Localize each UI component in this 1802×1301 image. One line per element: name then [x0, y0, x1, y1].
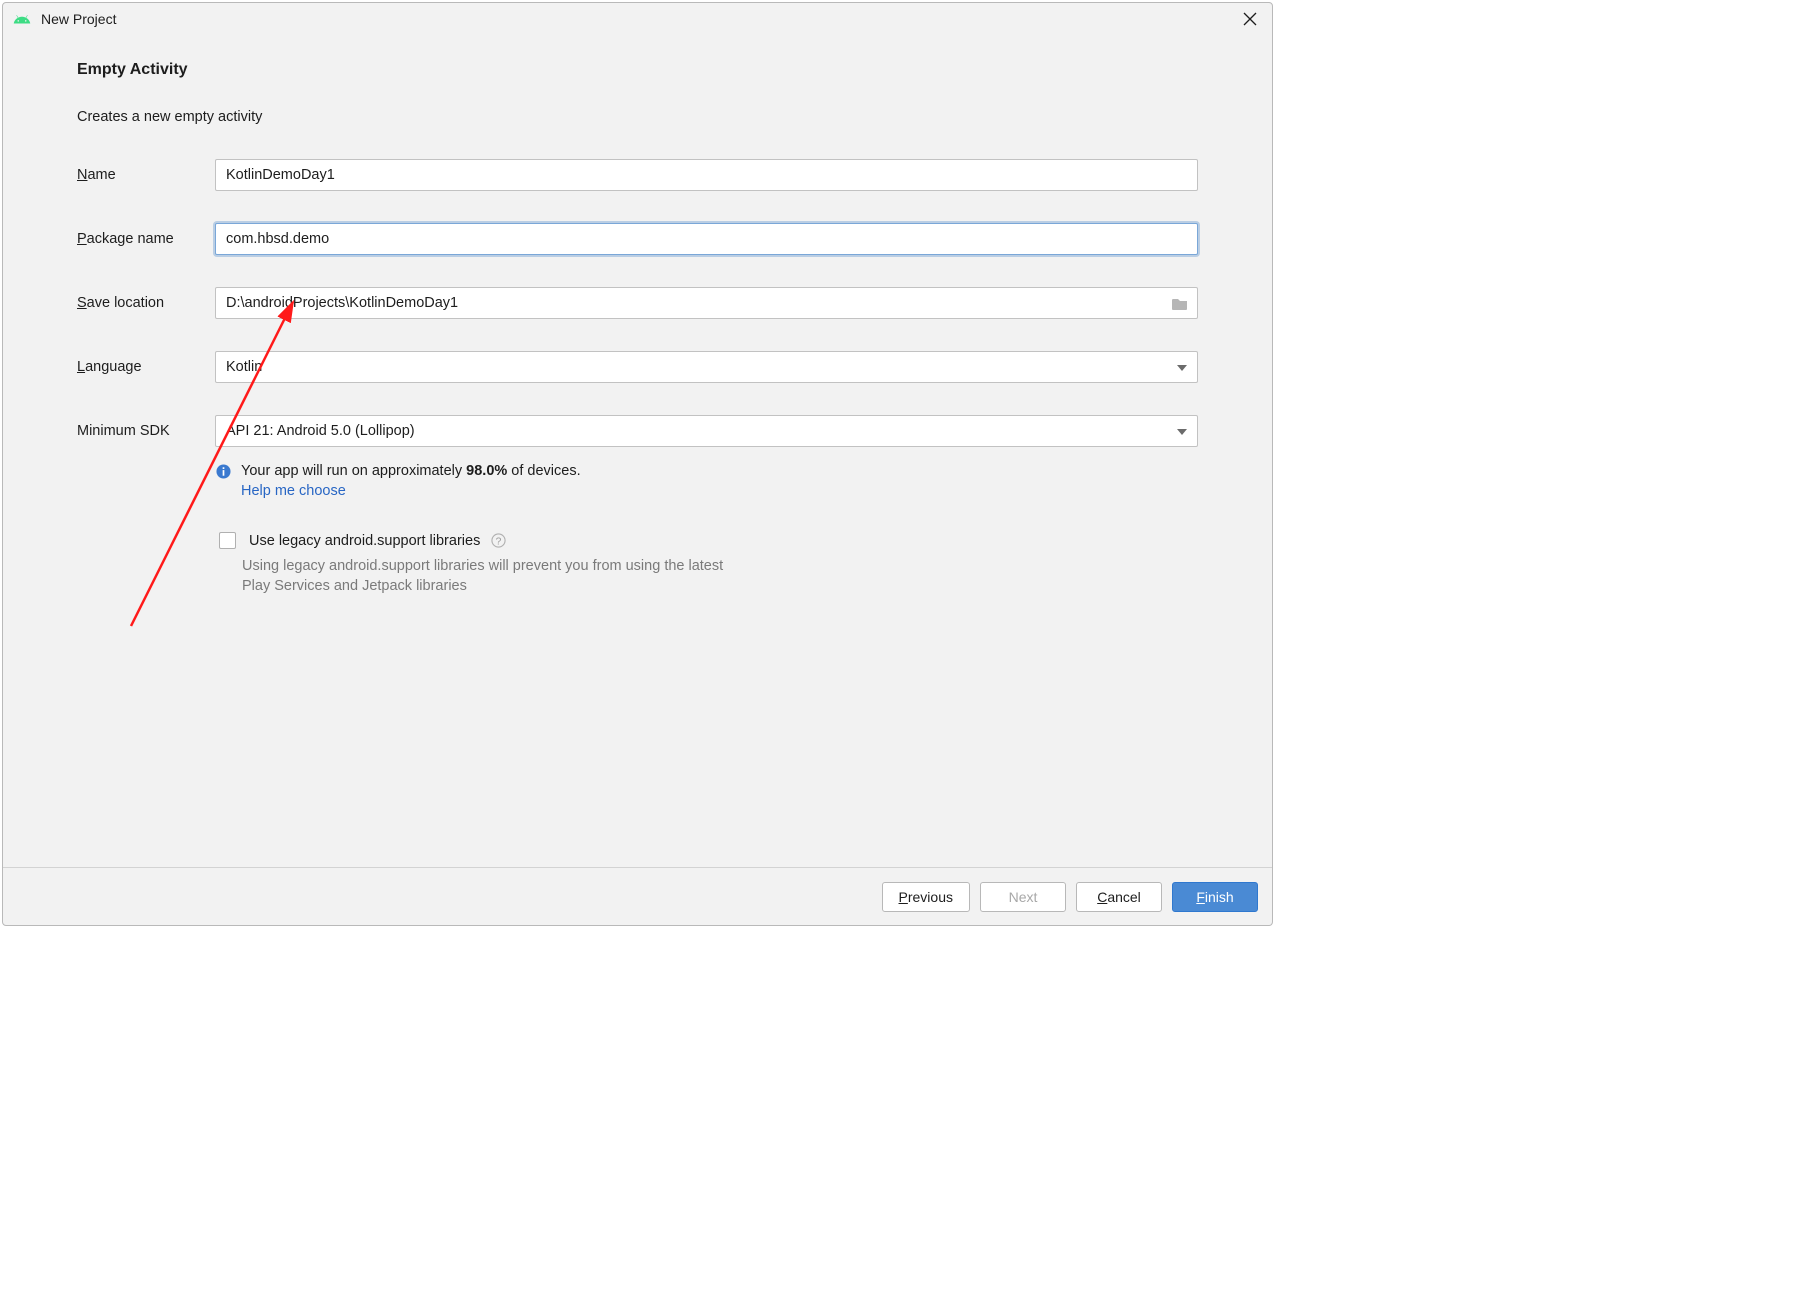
- finish-button[interactable]: Finish: [1172, 882, 1258, 912]
- save-location-input[interactable]: D:\androidProjects\KotlinDemoDay1: [215, 287, 1198, 319]
- sdk-info-block: Your app will run on approximately 98.0%…: [215, 463, 1198, 499]
- info-prefix: Your app will run on approximately: [241, 463, 466, 479]
- language-value: Kotlin: [226, 359, 262, 375]
- info-suffix: of devices.: [507, 463, 580, 479]
- row-save-location: Save location D:\androidProjects\KotlinD…: [77, 287, 1198, 319]
- row-name: Name: [77, 159, 1198, 191]
- page-heading: Empty Activity: [77, 61, 1198, 79]
- caret-down-icon: [1177, 359, 1187, 375]
- new-project-dialog: New Project Empty Activity Creates a new…: [2, 2, 1273, 926]
- help-me-choose-link[interactable]: Help me choose: [241, 483, 1198, 499]
- help-icon[interactable]: ?: [490, 533, 506, 549]
- svg-text:?: ?: [495, 536, 501, 547]
- package-input[interactable]: [215, 223, 1198, 255]
- row-min-sdk: Minimum SDK API 21: Android 5.0 (Lollipo…: [77, 415, 1198, 447]
- dialog-footer: Previous Next Cancel Finish: [3, 867, 1272, 925]
- android-icon: [13, 13, 31, 25]
- legacy-block: Use legacy android.support libraries ? U…: [215, 529, 1198, 597]
- label-name: Name: [77, 167, 215, 183]
- save-location-value: D:\androidProjects\KotlinDemoDay1: [226, 295, 1169, 311]
- label-package: Package name: [77, 231, 215, 247]
- close-button[interactable]: [1234, 3, 1266, 35]
- content-area: Empty Activity Creates a new empty activ…: [3, 35, 1272, 867]
- row-language: Language Kotlin: [77, 351, 1198, 383]
- page-subheading: Creates a new empty activity: [77, 109, 1198, 125]
- previous-button[interactable]: Previous: [882, 882, 970, 912]
- caret-down-icon: [1177, 423, 1187, 439]
- dialog-title: New Project: [41, 11, 1234, 27]
- label-min-sdk: Minimum SDK: [77, 423, 215, 439]
- info-percent: 98.0%: [466, 463, 507, 479]
- label-save-location: Save location: [77, 295, 215, 311]
- legacy-checkbox[interactable]: [219, 532, 236, 549]
- name-input[interactable]: [215, 159, 1198, 191]
- row-package: Package name: [77, 223, 1198, 255]
- browse-folder-button[interactable]: [1169, 292, 1191, 314]
- titlebar: New Project: [3, 3, 1272, 35]
- cancel-button[interactable]: Cancel: [1076, 882, 1162, 912]
- min-sdk-value: API 21: Android 5.0 (Lollipop): [226, 423, 415, 439]
- language-select[interactable]: Kotlin: [215, 351, 1198, 383]
- info-icon: [215, 463, 231, 479]
- next-button: Next: [980, 882, 1066, 912]
- legacy-description: Using legacy android.support libraries w…: [242, 556, 742, 597]
- min-sdk-select[interactable]: API 21: Android 5.0 (Lollipop): [215, 415, 1198, 447]
- legacy-label: Use legacy android.support libraries: [249, 533, 480, 549]
- sdk-info-line: Your app will run on approximately 98.0%…: [215, 463, 1198, 479]
- label-language: Language: [77, 359, 215, 375]
